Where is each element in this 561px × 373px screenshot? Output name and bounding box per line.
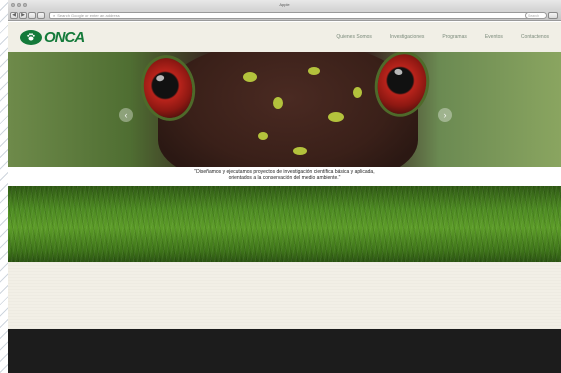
nav-investigaciones[interactable]: Investigaciones xyxy=(390,34,424,40)
paw-icon xyxy=(20,29,42,45)
back-icon[interactable]: ◀ xyxy=(10,11,18,19)
address-placeholder: Search Google or enter an address xyxy=(57,12,120,18)
nav-programas[interactable]: Programas xyxy=(442,34,466,40)
forward-icon[interactable]: ▶ xyxy=(19,11,27,19)
minimize-icon[interactable] xyxy=(17,3,21,7)
caption-line-2: orientados a la conservación del medio a… xyxy=(228,175,341,181)
content-area xyxy=(8,262,561,329)
main-nav: Quienes Somos Investigaciones Programas … xyxy=(336,34,549,40)
nav-quienes-somos[interactable]: Quienes Somos xyxy=(336,34,372,40)
search-icon: ⌕ xyxy=(53,12,56,18)
page-menu-button[interactable] xyxy=(548,12,558,19)
hero-slider: ‹ › xyxy=(8,52,561,167)
frog-image xyxy=(158,52,418,167)
search-field[interactable]: Search xyxy=(525,12,547,19)
zoom-icon[interactable] xyxy=(23,3,27,7)
browser-window: Apple ◀ ▶ ⌕ Search Google or enter an ad… xyxy=(8,0,561,373)
chevron-right-icon[interactable]: › xyxy=(438,108,452,122)
close-icon[interactable] xyxy=(11,3,15,7)
logo-wordmark: ONCA xyxy=(44,28,85,46)
home-button[interactable] xyxy=(28,11,36,19)
toolbar-right: Search xyxy=(525,12,559,19)
site-header: ONCA Quienes Somos Investigaciones Progr… xyxy=(8,22,561,52)
window-title: Apple xyxy=(279,2,290,7)
hero-caption: "Diseñamos y ejecutamos proyectos de inv… xyxy=(8,167,561,187)
address-bar[interactable]: ⌕ Search Google or enter an address xyxy=(49,12,529,19)
grass-band xyxy=(8,186,561,262)
chevron-left-icon[interactable]: ‹ xyxy=(119,108,133,122)
site-footer xyxy=(8,329,561,373)
nav-contactenos[interactable]: Contactenos xyxy=(521,34,549,40)
bookmarks-button[interactable] xyxy=(37,11,45,19)
nav-eventos[interactable]: Eventos xyxy=(485,34,503,40)
site-logo[interactable]: ONCA xyxy=(20,28,85,46)
window-titlebar: Apple xyxy=(8,0,561,10)
browser-toolbar: ◀ ▶ ⌕ Search Google or enter an address … xyxy=(8,10,561,21)
window-controls xyxy=(11,3,27,7)
